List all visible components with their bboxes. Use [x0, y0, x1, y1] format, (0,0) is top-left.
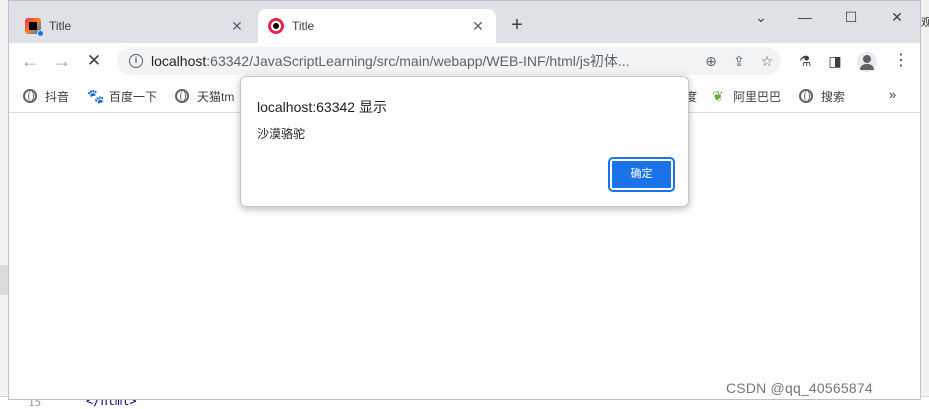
bookmark-star-icon[interactable]: ☆ — [753, 47, 781, 75]
browser-window: Title ✕ Title ✕ + ⌄ — ☐ ✕ ← → ✕ i localh… — [8, 0, 921, 400]
bookmark-label: 百度一下 — [109, 89, 158, 104]
tab-label: Title — [292, 19, 315, 33]
leaf-icon: ❦ — [712, 88, 724, 104]
ide-gutter-strip — [0, 265, 8, 295]
bookmark-label: 搜索 — [821, 89, 846, 104]
bookmark-label: 天猫tm — [197, 89, 235, 104]
bookmark-alibaba[interactable]: ❦ 阿里巴巴 — [711, 87, 781, 105]
close-tab-icon[interactable]: ✕ — [229, 18, 245, 34]
bookmark-douyin[interactable]: 抖音 — [23, 87, 69, 105]
back-button[interactable]: ← — [19, 50, 41, 72]
browser-toolbar: ← → ✕ i localhost:63342/JavaScriptLearni… — [9, 43, 920, 79]
alert-dialog: localhost:63342 显示 沙漠骆驼 确定 — [240, 76, 689, 207]
close-window-button[interactable]: ✕ — [881, 7, 913, 27]
site-info-icon[interactable]: i — [129, 54, 143, 68]
avatar-icon — [857, 52, 877, 73]
globe-icon — [175, 89, 189, 103]
bookmark-baidu[interactable]: 🐾 百度一下 — [87, 87, 157, 105]
profile-avatar[interactable] — [855, 50, 879, 73]
minimize-button[interactable]: — — [789, 7, 821, 27]
close-tab-icon[interactable]: ✕ — [470, 18, 486, 34]
stop-loading-button[interactable]: ✕ — [83, 50, 105, 72]
notification-dot-icon — [37, 30, 44, 37]
globe-icon — [799, 89, 813, 103]
side-panel-icon[interactable]: ◨ — [823, 50, 847, 72]
browser-menu-button[interactable]: ⋮ — [889, 50, 913, 72]
new-tab-button[interactable]: + — [506, 15, 528, 37]
tab-strip: Title ✕ Title ✕ + ⌄ — ☐ ✕ — [9, 1, 920, 43]
webstorm-icon — [268, 18, 284, 34]
url-text[interactable]: localhost:63342/JavaScriptLearning/src/m… — [151, 51, 697, 71]
ok-button[interactable]: 确定 — [608, 157, 675, 192]
dialog-origin: localhost:63342 显示 — [257, 99, 387, 115]
maximize-button[interactable]: ☐ — [835, 7, 867, 27]
dialog-message: 沙漠骆驼 — [257, 127, 306, 141]
labs-flask-icon[interactable]: ⚗ — [793, 50, 817, 72]
bookmark-label: 抖音 — [45, 89, 70, 104]
zoom-icon[interactable]: ⊕ — [697, 47, 725, 75]
bookmark-label: 阿里巴巴 — [733, 89, 782, 104]
tab-search-chevron-icon[interactable]: ⌄ — [745, 7, 777, 27]
bookmark-search[interactable]: 搜索 — [799, 87, 845, 105]
watermark: CSDN @qq_40565874 — [726, 380, 873, 396]
baidu-paw-icon: 🐾 — [87, 88, 105, 104]
tab-title-2[interactable]: Title ✕ — [258, 9, 496, 43]
intellij-icon — [25, 18, 44, 37]
address-bar[interactable]: i localhost:63342/JavaScriptLearning/src… — [117, 47, 781, 75]
more-bookmarks-chevron-icon[interactable]: » — [889, 87, 896, 102]
ide-right-char: 观 — [921, 17, 929, 29]
tab-label: Title — [49, 19, 72, 33]
forward-button[interactable]: → — [51, 50, 73, 72]
tab-title-1[interactable]: Title ✕ — [15, 9, 255, 43]
globe-icon — [23, 89, 37, 103]
share-icon[interactable]: ⇪ — [725, 47, 753, 75]
bookmark-tmall[interactable]: 天猫tm — [175, 87, 234, 105]
